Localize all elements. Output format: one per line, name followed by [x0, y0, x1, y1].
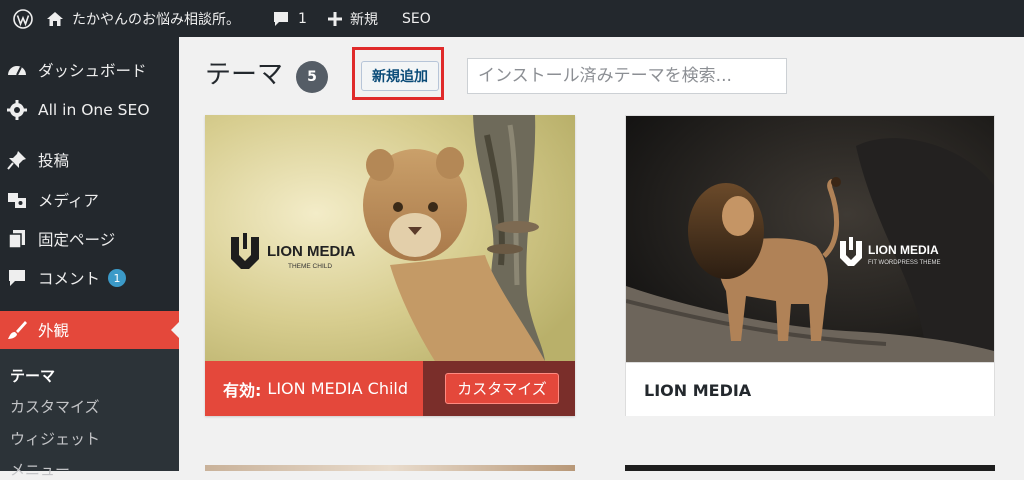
theme-count-badge: 5 — [296, 61, 328, 93]
comment-count: 1 — [298, 10, 307, 27]
theme-card-partial[interactable] — [205, 465, 575, 471]
sidebar-item-label: 投稿 — [38, 152, 70, 170]
active-menu-arrow — [171, 322, 179, 338]
admin-sidebar: ダッシュボード All in One SEO 投稿 メディア 固定ページ コメン… — [0, 37, 179, 479]
sidebar-item-label: コメント — [38, 270, 101, 288]
site-name: たかやんのお悩み相談所。 — [72, 11, 240, 28]
media-icon — [6, 189, 28, 211]
theme-logo-title: LION MEDIA — [868, 243, 939, 257]
brush-icon — [6, 319, 28, 341]
sidebar-item-posts[interactable]: 投稿 — [0, 141, 179, 179]
site-home-link[interactable]: たかやんのお悩み相談所。 — [46, 0, 240, 37]
theme-name: LION MEDIA Child — [267, 379, 409, 398]
sidebar-item-label: ダッシュボード — [38, 62, 147, 80]
theme-card-lion-media[interactable]: LION MEDIA FIT WORDPRESS THEME LION MEDI… — [625, 115, 995, 416]
customize-zone: カスタマイズ — [423, 361, 575, 416]
seo-label: SEO — [402, 10, 431, 27]
appearance-submenu: テーマ カスタマイズ ウィジェット メニュー — [0, 349, 179, 479]
comment-icon — [6, 267, 28, 289]
theme-card-partial[interactable] — [625, 465, 995, 471]
theme-logo-title: LION MEDIA — [267, 243, 355, 260]
sidebar-item-all-in-one-seo[interactable]: All in One SEO — [0, 91, 179, 129]
sidebar-item-label: 外観 — [38, 322, 70, 340]
submenu-item-menus[interactable]: メニュー — [10, 459, 70, 480]
submenu-item-themes[interactable]: テーマ — [10, 365, 55, 386]
admin-bar: たかやんのお悩み相談所。 1 新規 SEO — [0, 0, 1024, 37]
sidebar-item-label: All in One SEO — [38, 101, 150, 119]
gear-icon — [6, 99, 28, 121]
theme-name-bar: LION MEDIA — [626, 362, 994, 416]
home-icon — [46, 11, 64, 27]
theme-screenshot: LION MEDIA THEME CHILD — [205, 115, 575, 361]
active-theme-bar: 有効: LION MEDIA Child カスタマイズ — [205, 361, 575, 416]
page-title: テーマ — [205, 60, 284, 90]
wordpress-logo-icon[interactable] — [8, 0, 38, 37]
theme-logo-subtitle: THEME CHILD — [288, 263, 332, 270]
theme-screenshot: LION MEDIA FIT WORDPRESS THEME — [626, 116, 994, 362]
new-label: 新規 — [350, 11, 378, 28]
sidebar-item-comments[interactable]: コメント 1 — [0, 259, 179, 297]
submenu-item-widgets[interactable]: ウィジェット — [10, 428, 100, 449]
sidebar-item-label: メディア — [38, 192, 99, 210]
theme-name: LION MEDIA — [644, 380, 752, 400]
comment-count-badge: 1 — [108, 269, 127, 287]
sidebar-item-appearance[interactable]: 外観 — [0, 311, 179, 349]
sidebar-item-pages[interactable]: 固定ページ — [0, 220, 179, 258]
new-content-menu[interactable]: 新規 — [328, 0, 378, 37]
theme-search-input[interactable] — [467, 58, 787, 94]
seo-menu[interactable]: SEO — [402, 0, 431, 37]
active-theme-label: 有効: LION MEDIA Child — [223, 361, 408, 416]
sidebar-item-media[interactable]: メディア — [0, 181, 179, 219]
pin-icon — [6, 149, 28, 171]
dashboard-icon — [6, 59, 28, 81]
theme-logo-subtitle: FIT WORDPRESS THEME — [868, 260, 940, 266]
theme-card-lion-media-child[interactable]: LION MEDIA THEME CHILD 有効: LION MEDIA Ch… — [205, 115, 575, 416]
plus-icon — [328, 11, 342, 26]
customize-button[interactable]: カスタマイズ — [445, 373, 559, 404]
add-new-theme-button[interactable]: 新規追加 — [361, 61, 439, 91]
active-prefix: 有効: — [223, 380, 262, 400]
comments-link[interactable]: 1 — [272, 0, 307, 37]
page-icon — [6, 228, 28, 250]
sidebar-item-label: 固定ページ — [38, 231, 116, 249]
submenu-item-customize[interactable]: カスタマイズ — [10, 396, 100, 417]
sidebar-item-dashboard[interactable]: ダッシュボード — [0, 51, 179, 89]
comment-icon — [272, 10, 290, 28]
